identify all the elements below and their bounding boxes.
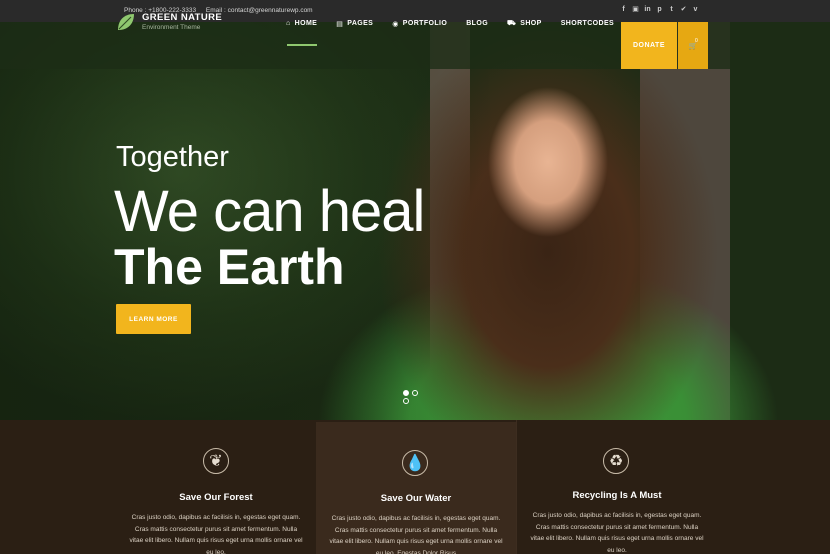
nav-item-blog[interactable]: BLOG <box>466 0 488 47</box>
slider-dot-2[interactable] <box>412 390 418 396</box>
water-drop-icon: 💧 <box>402 450 428 476</box>
nav-item-pages[interactable]: ▤ PAGES <box>336 0 373 47</box>
document-icon: ▤ <box>336 20 344 28</box>
feature-forest: ❦ Save Our Forest Cras justo odio, dapib… <box>0 420 316 554</box>
features-section: ❦ Save Our Forest Cras justo odio, dapib… <box>0 420 830 554</box>
cart-count: 0 <box>695 38 698 44</box>
recycle-icon: ♻ <box>603 448 629 474</box>
hero-line-1: Together <box>116 141 229 173</box>
feature-text: Cras justo odio, dapibus ac facilisis in… <box>329 515 503 554</box>
feature-text: Cras justo odio, dapibus ac facilisis in… <box>129 514 303 554</box>
feature-title: Save Our Water <box>380 493 452 504</box>
nav-label: SHOP <box>520 20 542 27</box>
nav-label: SHORTCODES <box>560 20 615 27</box>
feature-title: Save Our Forest <box>179 492 253 503</box>
nav-item-portfolio[interactable]: ◉ PORTFOLIO <box>392 0 447 47</box>
nav-label: BLOG <box>466 20 489 27</box>
pinterest-icon[interactable]: p <box>656 5 663 14</box>
feature-water: 💧 Save Our Water Cras justo odio, dapibu… <box>316 422 516 554</box>
site-logo[interactable]: GREEN NATURE Environment Theme <box>116 12 222 32</box>
brand-name: GREEN NATURE <box>142 12 223 23</box>
nav-label: HOME <box>294 20 318 27</box>
home-icon: ⌂ <box>286 20 291 27</box>
learn-more-button[interactable]: LEARN MORE <box>116 304 191 334</box>
linkedin-icon[interactable]: in <box>644 5 651 14</box>
twitter-icon[interactable]: ✔ <box>680 5 687 14</box>
feature-recycling: ♻ Recycling Is A Must Cras justo odio, d… <box>516 420 830 554</box>
nav-item-home[interactable]: ⌂ HOME <box>286 0 318 47</box>
hero-line-2: We can heal <box>114 179 425 244</box>
slider-dot-1[interactable] <box>403 390 409 396</box>
tumblr-icon[interactable]: t <box>668 5 675 14</box>
cart-icon: ⛟ <box>507 20 517 27</box>
nav-item-shop[interactable]: ⛟ SHOP <box>507 0 542 47</box>
cart-button[interactable]: 🛒 0 <box>678 22 708 69</box>
vimeo-icon[interactable]: v <box>692 5 699 14</box>
feature-text: Cras justo odio, dapibus ac facilisis in… <box>530 512 704 554</box>
leaf-icon: ❦ <box>203 448 229 474</box>
nav-item-shortcodes[interactable]: SHORTCODES <box>561 0 614 47</box>
leaf-logo-icon <box>118 14 134 30</box>
nav-label: PAGES <box>347 20 374 27</box>
slider-dot-3[interactable] <box>403 398 409 404</box>
globe-icon: ◉ <box>392 20 399 28</box>
brand-tagline: Environment Theme <box>142 24 201 31</box>
nav-label: PORTFOLIO <box>402 20 448 27</box>
feature-title: Recycling Is A Must <box>572 490 662 501</box>
hero-line-3: The Earth <box>114 239 345 295</box>
donate-button[interactable]: DONATE <box>621 22 677 69</box>
slider-pagination <box>403 390 418 404</box>
main-nav: ⌂ HOME ▤ PAGES ◉ PORTFOLIO BLOG ⛟ SHOP S… <box>286 0 633 47</box>
